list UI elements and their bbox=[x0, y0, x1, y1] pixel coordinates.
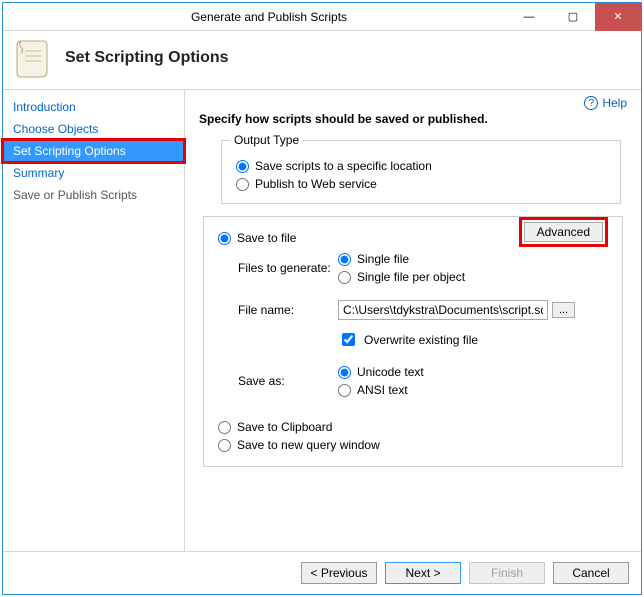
radio-ansi-input[interactable] bbox=[338, 384, 351, 397]
radio-single-per-object-input[interactable] bbox=[338, 271, 351, 284]
wizard-window: Generate and Publish Scripts — ▢ ✕ Set S… bbox=[2, 2, 642, 595]
browse-button[interactable]: ... bbox=[552, 302, 575, 318]
radio-save-location-input[interactable] bbox=[236, 160, 249, 173]
help-icon: ? bbox=[584, 96, 598, 110]
script-icon bbox=[13, 37, 55, 79]
radio-new-query[interactable]: Save to new query window bbox=[218, 436, 608, 454]
output-type-legend: Output Type bbox=[230, 133, 303, 147]
radio-ansi[interactable]: ANSI text bbox=[338, 381, 608, 399]
overwrite-checkbox[interactable] bbox=[342, 333, 355, 346]
file-name-input[interactable] bbox=[338, 300, 548, 320]
sidebar-item-save-publish[interactable]: Save or Publish Scripts bbox=[3, 184, 184, 206]
sidebar-item-set-scripting-options[interactable]: Set Scripting Options bbox=[3, 140, 184, 162]
radio-save-to-file-input[interactable] bbox=[218, 232, 231, 245]
titlebar-icon bbox=[3, 3, 31, 31]
save-options-group: Advanced Save to file Files to generate:… bbox=[203, 216, 623, 467]
radio-save-location[interactable]: Save scripts to a specific location bbox=[236, 157, 606, 175]
next-button[interactable]: Next > bbox=[385, 562, 461, 584]
radio-save-clipboard[interactable]: Save to Clipboard bbox=[218, 418, 608, 436]
sidebar-item-summary[interactable]: Summary bbox=[3, 162, 184, 184]
content-heading: Specify how scripts should be saved or p… bbox=[199, 112, 627, 126]
page-title: Set Scripting Options bbox=[65, 49, 229, 67]
radio-publish-web-input[interactable] bbox=[236, 178, 249, 191]
content-panel: ? Help Specify how scripts should be sav… bbox=[185, 90, 641, 551]
finish-button: Finish bbox=[469, 562, 545, 584]
close-button[interactable]: ✕ bbox=[595, 3, 641, 31]
overwrite-checkbox-row[interactable]: Overwrite existing file bbox=[338, 330, 608, 349]
previous-button[interactable]: < Previous bbox=[301, 562, 377, 584]
sidebar-item-choose-objects[interactable]: Choose Objects bbox=[3, 118, 184, 140]
files-to-generate-label: Files to generate: bbox=[218, 261, 338, 275]
wizard-footer: < Previous Next > Finish Cancel bbox=[3, 551, 641, 594]
titlebar: Generate and Publish Scripts — ▢ ✕ bbox=[3, 3, 641, 31]
window-title: Generate and Publish Scripts bbox=[31, 10, 507, 24]
maximize-button[interactable]: ▢ bbox=[551, 3, 595, 31]
radio-save-clipboard-input[interactable] bbox=[218, 421, 231, 434]
minimize-button[interactable]: — bbox=[507, 3, 551, 31]
output-type-group: Output Type Save scripts to a specific l… bbox=[221, 140, 621, 204]
radio-unicode[interactable]: Unicode text bbox=[338, 363, 608, 381]
file-name-label: File name: bbox=[218, 303, 338, 317]
cancel-button[interactable]: Cancel bbox=[553, 562, 629, 584]
radio-single-file-input[interactable] bbox=[338, 253, 351, 266]
sidebar-item-introduction[interactable]: Introduction bbox=[3, 96, 184, 118]
radio-single-file[interactable]: Single file bbox=[338, 250, 608, 268]
radio-unicode-input[interactable] bbox=[338, 366, 351, 379]
wizard-sidebar: Introduction Choose Objects Set Scriptin… bbox=[3, 90, 185, 551]
radio-single-per-object[interactable]: Single file per object bbox=[338, 268, 608, 286]
save-as-label: Save as: bbox=[218, 374, 338, 388]
help-link[interactable]: ? Help bbox=[584, 96, 627, 110]
advanced-button[interactable]: Advanced bbox=[524, 222, 603, 242]
wizard-header: Set Scripting Options bbox=[3, 31, 641, 90]
radio-publish-web[interactable]: Publish to Web service bbox=[236, 175, 606, 193]
help-label: Help bbox=[602, 96, 627, 110]
radio-new-query-input[interactable] bbox=[218, 439, 231, 452]
advanced-highlight: Advanced bbox=[519, 217, 608, 247]
